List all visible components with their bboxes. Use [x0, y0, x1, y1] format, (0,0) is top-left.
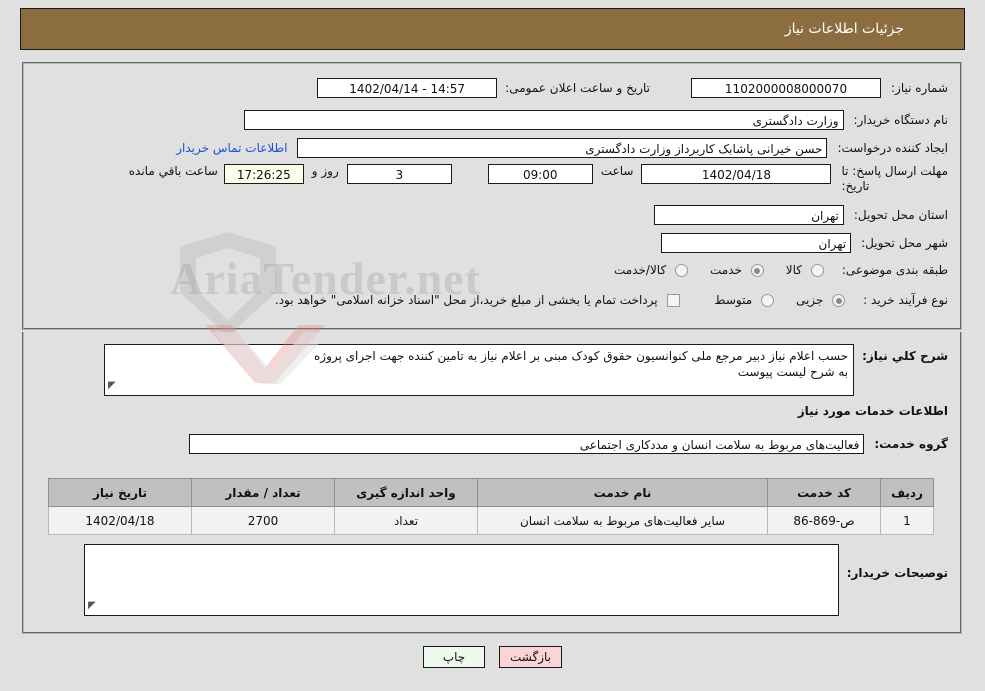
cell-unit: تعداد [334, 506, 478, 535]
buyer-contact-link[interactable]: اطلاعات تماس خریدار [176, 141, 287, 155]
days-unit-label: روز و [311, 164, 339, 178]
cell-quantity: 2700 [191, 506, 335, 535]
buyer-notes-resize-grip-icon[interactable]: ◥ [88, 598, 96, 614]
buyer-notes-group: توصیحات خریدار: ◥ [83, 544, 948, 616]
service-group-label: گروه خدمت: [874, 437, 948, 451]
description-textarea[interactable]: حسب اعلام نیاز دبیر مرجع ملی کنوانسیون ح… [104, 344, 855, 396]
city-label: شهر محل تحویل: [861, 236, 948, 250]
process-type-label: نوع فرآیند خرید : [863, 293, 948, 307]
announce-datetime-label: تاریخ و ساعت اعلان عمومی: [505, 81, 650, 95]
province-label: استان محل تحویل: [853, 208, 948, 222]
treasury-checkbox-group[interactable]: پرداخت تمام یا بخشی از مبلغ خرید،از محل … [275, 293, 681, 307]
process-label-motavaset: متوسط [714, 293, 753, 307]
column-header-date: تاریخ نیاز [48, 478, 192, 507]
process-label-jozei: جزیی [795, 293, 824, 307]
hour-label: ساعت [600, 164, 634, 178]
column-header-index: ردیف [880, 478, 934, 507]
print-button[interactable]: چاپ [423, 646, 485, 668]
category-radio-kala-khedmat[interactable] [675, 264, 688, 277]
buyer-notes-label: توصیحات خریدار: [846, 566, 948, 580]
process-option-motavaset[interactable]: متوسط [714, 293, 774, 307]
category-option-kala[interactable]: کالا [786, 263, 824, 277]
column-header-name: نام خدمت [477, 478, 768, 507]
services-table: ردیف کد خدمت نام خدمت واحد اندازه گیری ت… [48, 478, 934, 535]
cell-code: ص-869-86 [767, 506, 881, 535]
remaining-time-value[interactable]: 17:26:25 [223, 164, 304, 184]
remaining-days-value[interactable]: 3 [346, 164, 452, 184]
process-option-jozei[interactable]: جزیی [795, 293, 846, 307]
province-value[interactable]: تهران [653, 205, 844, 225]
need-number-field-group: شماره نیاز: 1102000008000070 [691, 78, 948, 98]
buyer-org-label: نام دستگاه خریدار: [853, 113, 949, 127]
services-table-wrapper: ردیف کد خدمت نام خدمت واحد اندازه گیری ت… [48, 478, 934, 535]
deadline-label-line2: تاریخ: [841, 179, 870, 193]
description-line-2: به شرح لیست پیوست [737, 365, 849, 379]
page-header: جزئیات اطلاعات نیاز [20, 8, 965, 50]
table-header-row: ردیف کد خدمت نام خدمت واحد اندازه گیری ت… [48, 478, 934, 507]
need-number-value[interactable]: 1102000008000070 [691, 78, 881, 98]
treasury-checkbox[interactable] [667, 294, 681, 307]
table-row: 1 ص-869-86 سایر فعالیت‌های مربوط به سلام… [48, 506, 934, 535]
footer-actions: بازگشت چاپ [0, 646, 985, 668]
column-header-unit: واحد اندازه گیری [334, 478, 478, 507]
province-group: استان محل تحویل: تهران [653, 205, 948, 225]
announce-datetime-value[interactable]: 14:57 - 1402/04/14 [317, 78, 498, 98]
need-details-panel: شماره نیاز: 1102000008000070 تاریخ و ساع… [22, 62, 962, 330]
announce-datetime-group: تاریخ و ساعت اعلان عمومی: 14:57 - 1402/0… [317, 78, 650, 98]
page-title: جزئیات اطلاعات نیاز [784, 21, 904, 37]
buyer-org-group: نام دستگاه خریدار: وزارت دادگستری [243, 110, 949, 130]
deadline-label-line1: مهلت ارسال پاسخ: تا [841, 164, 948, 178]
back-button[interactable]: بازگشت [499, 646, 562, 668]
deadline-label: مهلت ارسال پاسخ: تا تاریخ: [841, 164, 948, 194]
creator-label: ایجاد کننده درخواست: [837, 141, 948, 155]
buyer-notes-textarea[interactable]: ◥ [83, 544, 839, 616]
description-group: شرح کلي نیاز: حسب اعلام نیاز دبیر مرجع م… [104, 344, 948, 396]
category-radio-kala[interactable] [810, 264, 824, 277]
resize-grip-icon[interactable]: ◥ [108, 378, 116, 394]
cell-name: سایر فعالیت‌های مربوط به سلامت انسان [477, 506, 768, 535]
service-group-row: گروه خدمت: فعالیت‌های مربوط به سلامت انس… [189, 434, 948, 454]
creator-value[interactable]: حسن خیرانی پاشابک کاربرداز وزارت دادگستر… [297, 138, 828, 158]
process-radio-motavaset[interactable] [760, 294, 774, 307]
category-option-kala-khedmat[interactable]: کالا/خدمت [614, 263, 688, 277]
process-type-group: نوع فرآیند خرید : جزیی متوسط پرداخت تمام… [275, 293, 948, 307]
city-group: شهر محل تحویل: تهران [661, 233, 948, 253]
treasury-checkbox-label: پرداخت تمام یا بخشی از مبلغ خرید،از محل … [274, 293, 658, 307]
services-section-header: اطلاعات خدمات مورد نیاز [798, 404, 948, 418]
process-radio-jozei[interactable] [832, 294, 846, 307]
column-header-quantity: تعداد / مقدار [191, 478, 335, 507]
deadline-date-value[interactable]: 1402/04/18 [641, 164, 832, 184]
services-section-title: اطلاعات خدمات مورد نیاز [797, 404, 948, 418]
category-radio-khedmat[interactable] [750, 264, 764, 277]
category-label-kala-khedmat: کالا/خدمت [613, 263, 667, 277]
cell-index: 1 [880, 506, 934, 535]
category-label-khedmat: خدمت [710, 263, 742, 277]
creator-group: ایجاد کننده درخواست: حسن خیرانی پاشابک ک… [176, 138, 948, 158]
buyer-org-value[interactable]: وزارت دادگستری [243, 110, 844, 130]
service-group-value[interactable]: فعالیت‌های مربوط به سلامت انسان و مددکار… [189, 434, 865, 454]
category-label: طبقه بندی موضوعی: [841, 263, 948, 277]
category-option-khedmat[interactable]: خدمت [710, 263, 764, 277]
category-label-kala: کالا [785, 263, 802, 277]
column-header-code: کد خدمت [767, 478, 881, 507]
deadline-group: مهلت ارسال پاسخ: تا تاریخ: 1402/04/18 سا… [129, 164, 948, 194]
remaining-time-suffix: ساعت باقي مانده [128, 164, 218, 178]
hour-value[interactable]: 09:00 [487, 164, 593, 184]
category-group: طبقه بندی موضوعی: کالا خدمت کالا/خدمت [614, 263, 948, 277]
need-number-label: شماره نیاز: [891, 81, 948, 95]
cell-date: 1402/04/18 [48, 506, 192, 535]
city-value[interactable]: تهران [661, 233, 852, 253]
description-line-1: حسب اعلام نیاز دبیر مرجع ملی کنوانسیون ح… [314, 349, 849, 363]
description-label: شرح کلي نیاز: [862, 349, 948, 363]
